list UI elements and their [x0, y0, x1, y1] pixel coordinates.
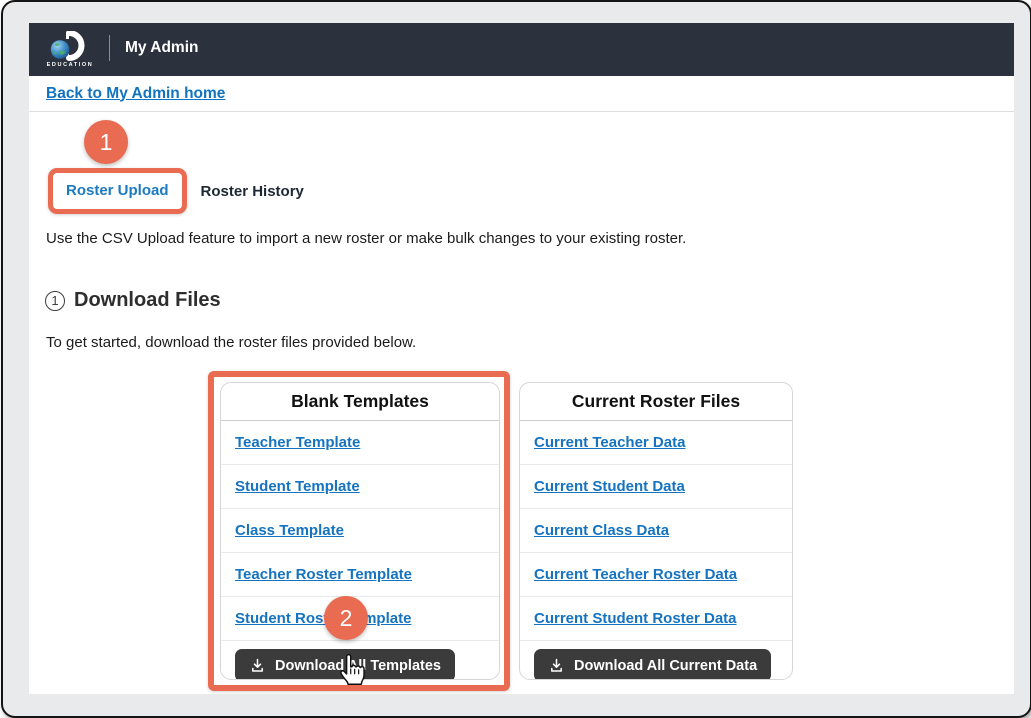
- annotation-step-2-number: 2: [340, 605, 353, 632]
- button-label: Download All Templates: [275, 658, 441, 674]
- current-roster-files-card: Current Roster Files Current Teacher Dat…: [519, 382, 793, 680]
- list-item: Teacher Template: [221, 421, 499, 465]
- student-template-link[interactable]: Student Template: [235, 478, 360, 495]
- card-title: Current Roster Files: [520, 383, 792, 421]
- download-files-heading: 1 Download Files: [45, 289, 221, 312]
- tab-bar: Roster Upload Roster History: [48, 168, 304, 214]
- page: EDUCATION My Admin Back to My Admin home…: [29, 23, 1014, 694]
- logo-caption: EDUCATION: [47, 62, 94, 68]
- list-item: Current Teacher Data: [520, 421, 792, 465]
- back-to-my-admin-home-link[interactable]: Back to My Admin home: [46, 85, 225, 103]
- teacher-template-link[interactable]: Teacher Template: [235, 434, 360, 451]
- section-subtitle: To get started, download the roster file…: [46, 334, 416, 351]
- current-student-roster-data-link[interactable]: Current Student Roster Data: [534, 610, 737, 627]
- current-teacher-roster-data-link[interactable]: Current Teacher Roster Data: [534, 566, 737, 583]
- annotation-step-1-badge: 1: [84, 120, 128, 164]
- circled-number-icon: 1: [45, 291, 65, 311]
- globe-d-logo-icon: [48, 31, 92, 61]
- button-label: Download All Current Data: [574, 658, 757, 674]
- current-student-data-link[interactable]: Current Student Data: [534, 478, 685, 495]
- tab-roster-upload[interactable]: Roster Upload: [66, 182, 169, 199]
- list-item: Current Class Data: [520, 509, 792, 553]
- annotation-box-roster-upload: Roster Upload: [48, 168, 187, 214]
- list-item: Current Student Data: [520, 465, 792, 509]
- current-class-data-link[interactable]: Current Class Data: [534, 522, 669, 539]
- list-item: Current Student Roster Data: [520, 597, 792, 641]
- blank-templates-card: Blank Templates Teacher Template Student…: [220, 382, 500, 680]
- discovery-education-logo: EDUCATION: [43, 31, 97, 68]
- back-link-bar: Back to My Admin home: [29, 76, 1014, 112]
- download-all-current-data-button[interactable]: Download All Current Data: [534, 649, 771, 680]
- annotation-step-1-number: 1: [100, 129, 113, 156]
- download-icon: [548, 657, 565, 674]
- download-icon: [249, 657, 266, 674]
- list-item: Class Template: [221, 509, 499, 553]
- tab-roster-history[interactable]: Roster History: [201, 183, 304, 200]
- list-item: Current Teacher Roster Data: [520, 553, 792, 597]
- list-item: Teacher Roster Template: [221, 553, 499, 597]
- class-template-link[interactable]: Class Template: [235, 522, 344, 539]
- section-title: Download Files: [74, 289, 221, 312]
- list-item: Student Template: [221, 465, 499, 509]
- page-title: My Admin: [125, 39, 198, 57]
- header-divider: [109, 35, 110, 61]
- intro-text: Use the CSV Upload feature to import a n…: [46, 230, 686, 247]
- annotation-step-2-badge: 2: [324, 596, 368, 640]
- screenshot-frame: EDUCATION My Admin Back to My Admin home…: [1, 0, 1031, 718]
- app-header: EDUCATION My Admin: [29, 23, 1014, 76]
- card-title: Blank Templates: [221, 383, 499, 421]
- current-teacher-data-link[interactable]: Current Teacher Data: [534, 434, 685, 451]
- teacher-roster-template-link[interactable]: Teacher Roster Template: [235, 566, 412, 583]
- download-all-templates-button[interactable]: Download All Templates: [235, 649, 455, 680]
